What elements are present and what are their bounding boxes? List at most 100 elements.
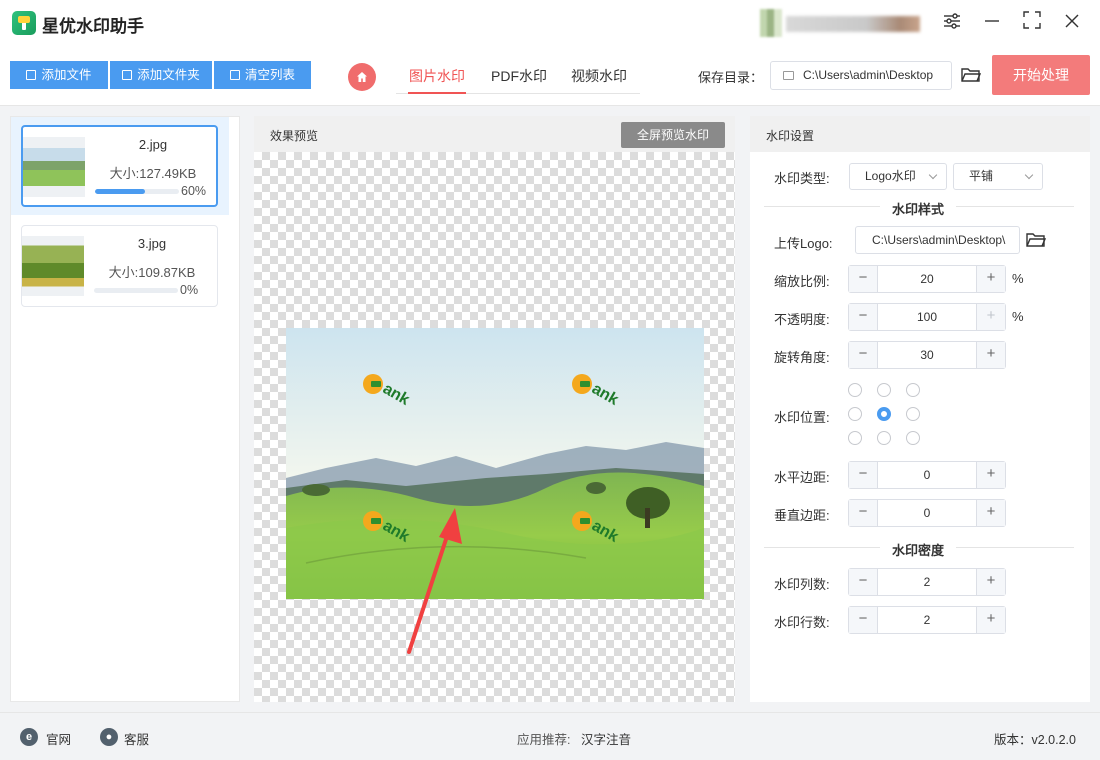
add-folder-button[interactable]: 添加文件夹 (110, 61, 212, 89)
decrement-button[interactable]: − (849, 266, 878, 292)
file-thumbnail (22, 236, 84, 296)
v-margin-label: 垂直边距: (774, 508, 830, 523)
user-name-blurred[interactable] (786, 16, 920, 32)
opacity-unit: % (1012, 309, 1024, 324)
opacity-label: 不透明度: (774, 312, 830, 327)
home-icon (357, 72, 367, 82)
user-avatar[interactable] (760, 9, 782, 37)
columns-stepper[interactable]: − 2 + (848, 568, 1006, 596)
increment-button[interactable]: + (976, 569, 1005, 595)
file-item[interactable]: 3.jpg 大小:109.87KB 0% (21, 225, 218, 307)
position-radio-top-right[interactable] (906, 383, 920, 397)
settings-header: 水印设置 (750, 116, 1090, 152)
rotation-stepper[interactable]: − 30 + (848, 341, 1006, 369)
close-icon[interactable] (1060, 11, 1084, 35)
scale-value[interactable]: 20 (878, 266, 976, 292)
scale-unit: % (1012, 271, 1024, 286)
increment-button[interactable]: + (976, 342, 1005, 368)
v-margin-stepper[interactable]: − 0 + (848, 499, 1006, 527)
version-text: 版本：v2.0.2.0 (994, 733, 1076, 747)
opacity-value[interactable]: 100 (878, 304, 976, 330)
settings-panel: 水印设置 水印类型: Logo水印 平铺 水印样式 上传Logo: C:\Use… (750, 116, 1090, 702)
browse-logo-folder-icon[interactable] (1026, 232, 1046, 248)
position-radio-middle-right[interactable] (906, 407, 920, 421)
position-radio-bottom-left[interactable] (848, 431, 862, 445)
rows-value[interactable]: 2 (878, 607, 976, 633)
website-icon[interactable]: e (20, 728, 38, 746)
maximize-icon[interactable] (1020, 11, 1044, 35)
decrement-button[interactable]: − (849, 500, 878, 526)
increment-button[interactable]: + (976, 500, 1005, 526)
rotation-value[interactable]: 30 (878, 342, 976, 368)
position-radio-middle-left[interactable] (848, 407, 862, 421)
progress-bar (95, 189, 179, 194)
tab-image-watermark[interactable]: 图片水印 (409, 66, 465, 86)
position-label: 水印位置: (774, 410, 830, 425)
start-processing-button[interactable]: 开始处理 (992, 55, 1090, 95)
h-margin-stepper[interactable]: − 0 + (848, 461, 1006, 489)
recommend-label: 应用推荐: (517, 733, 571, 747)
file-item-selected[interactable]: 2.jpg 大小:127.49KB 60% (21, 125, 218, 207)
h-margin-value[interactable]: 0 (878, 462, 976, 488)
file-name: 2.jpg (138, 137, 168, 152)
save-dir-input[interactable]: C:\Users\admin\Desktop (770, 61, 952, 90)
rows-stepper[interactable]: − 2 + (848, 606, 1006, 634)
file-icon (26, 70, 37, 80)
columns-value[interactable]: 2 (878, 569, 976, 595)
decrement-button[interactable]: − (849, 569, 878, 595)
layout-mode-value: 平铺 (969, 169, 994, 183)
progress-bar (94, 288, 178, 293)
preview-title: 效果预览 (270, 129, 319, 143)
increment-button[interactable]: + (976, 607, 1005, 633)
decrement-button[interactable]: − (849, 342, 878, 368)
watermark-type-value: Logo水印 (865, 169, 916, 183)
add-folder-label: 添加文件夹 (137, 68, 200, 82)
position-radio-bottom-center[interactable] (877, 431, 891, 445)
watermark-type-select[interactable]: Logo水印 (849, 163, 947, 190)
opacity-stepper[interactable]: − 100 + (848, 303, 1006, 331)
add-file-button[interactable]: 添加文件 (10, 61, 108, 89)
browse-folder-icon[interactable] (961, 67, 981, 83)
toolbar: 添加文件 添加文件夹 清空列表 图片水印 PDF水印 视频水印 保存目录： C:… (0, 46, 1100, 106)
settings-title: 水印设置 (766, 129, 815, 143)
red-arrow-annotation (407, 508, 462, 654)
position-radio-bottom-right[interactable] (906, 431, 920, 445)
density-section-title: 水印密度 (880, 540, 957, 559)
clear-list-label: 清空列表 (244, 68, 295, 82)
support-chat-icon[interactable]: ● (100, 728, 118, 746)
preview-canvas: ank ank ank ank (254, 152, 735, 702)
website-link[interactable]: 官网 (46, 729, 71, 748)
recommend-app-link[interactable]: 汉字注音 (581, 729, 631, 748)
minimize-icon[interactable] (980, 11, 1004, 35)
decrement-button[interactable]: − (849, 607, 878, 633)
v-margin-value[interactable]: 0 (878, 500, 976, 526)
clear-list-button[interactable]: 清空列表 (214, 61, 311, 89)
increment-button[interactable]: + (976, 462, 1005, 488)
h-margin-label: 水平边距: (774, 470, 830, 485)
home-button[interactable] (348, 63, 376, 91)
settings-sliders-icon[interactable] (940, 11, 964, 35)
decrement-button[interactable]: − (849, 462, 878, 488)
save-dir-value: C:\Users\admin\Desktop (803, 68, 934, 82)
tab-pdf-watermark[interactable]: PDF水印 (491, 66, 547, 86)
folder-outline-icon (122, 70, 133, 80)
file-list-panel: 2.jpg 大小:127.49KB 60% 3.jpg 大小:109.87KB … (10, 116, 240, 702)
file-thumbnail (23, 137, 85, 197)
scale-label: 缩放比例: (774, 274, 830, 289)
preview-panel: 效果预览 全屏预览水印 ank ank ank ank (254, 116, 735, 702)
file-size: 大小:109.87KB (108, 265, 196, 280)
increment-button[interactable]: + (976, 266, 1005, 292)
trash-icon (229, 70, 240, 80)
decrement-button[interactable]: − (849, 304, 878, 330)
chevron-down-icon (928, 170, 938, 180)
support-link[interactable]: 客服 (124, 729, 149, 748)
fullscreen-preview-button[interactable]: 全屏预览水印 (621, 122, 725, 148)
tab-video-watermark[interactable]: 视频水印 (571, 66, 627, 86)
position-radio-center[interactable] (877, 407, 891, 421)
scale-stepper[interactable]: − 20 + (848, 265, 1006, 293)
position-radio-top-center[interactable] (877, 383, 891, 397)
layout-mode-select[interactable]: 平铺 (953, 163, 1043, 190)
position-radio-top-left[interactable] (848, 383, 862, 397)
logo-path-input[interactable]: C:\Users\admin\Desktop\ (855, 226, 1020, 254)
rows-label: 水印行数: (774, 615, 830, 630)
